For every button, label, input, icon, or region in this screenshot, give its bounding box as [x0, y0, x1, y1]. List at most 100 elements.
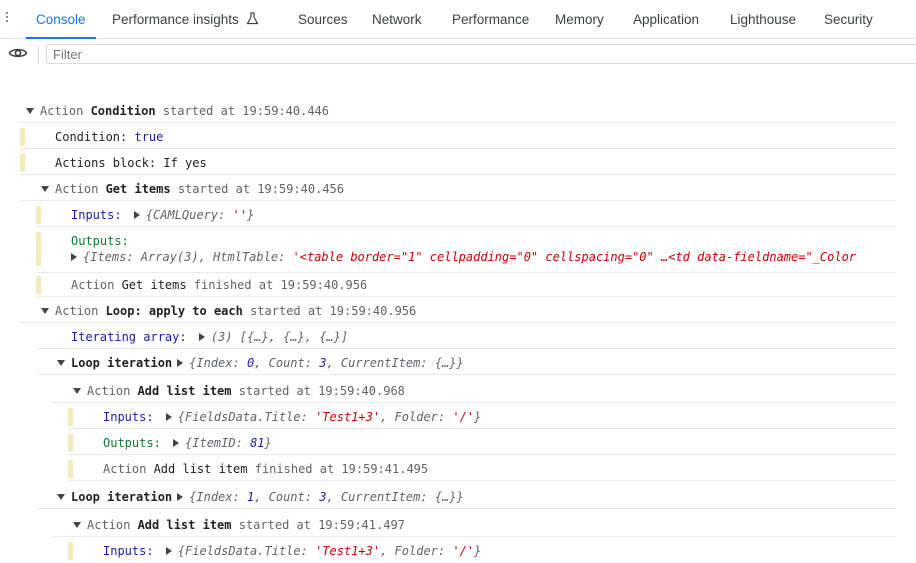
- expand-triangle-icon[interactable]: [41, 186, 49, 192]
- tab-performance-insights-label: Performance insights: [112, 12, 239, 27]
- label-text: Inputs:: [103, 544, 161, 558]
- console-message: Condition: true: [20, 125, 896, 149]
- expand-object-icon[interactable]: [133, 211, 140, 219]
- console-message: Inputs: {FieldsData.Title: 'Test1+3', Fo…: [68, 405, 896, 429]
- tab-sources[interactable]: Sources: [298, 0, 348, 38]
- object-text: {Index:: [189, 356, 247, 370]
- string-value: '': [232, 208, 247, 222]
- string-value: '<table border="1" cellpadding="0" cells…: [292, 250, 857, 264]
- object-text: , CurrentItem: {…}}: [326, 490, 464, 504]
- tab-application[interactable]: Application: [633, 0, 699, 38]
- group-indent-marker: [20, 154, 25, 172]
- line-text: finished at 19:59:40.956: [186, 278, 368, 292]
- console-message: Action Get items finished at 19:59:40.95…: [36, 273, 896, 297]
- tab-performance-insights[interactable]: Performance insights: [112, 0, 259, 38]
- tab-memory[interactable]: Memory: [555, 0, 604, 38]
- filter-input[interactable]: [46, 44, 916, 64]
- expand-array-icon[interactable]: [198, 333, 205, 341]
- string-value: 'Test1+3': [315, 410, 381, 424]
- action-name: Loop: apply to each: [105, 304, 243, 318]
- line-text: Condition:: [55, 130, 135, 144]
- devtools-tab-bar: Console Performance insights Sources Net…: [0, 0, 916, 39]
- line-text: Action: [40, 104, 91, 118]
- line-text: started at 19:59:40.968: [231, 384, 405, 398]
- object-text: {Items: Array(3), HtmlTable:: [83, 250, 293, 264]
- console-message: Action Add list item finished at 19:59:4…: [68, 457, 896, 481]
- label-text: Outputs:: [71, 234, 129, 248]
- more-tabs-dots-icon[interactable]: [6, 12, 9, 26]
- object-text: , Folder:: [380, 410, 453, 424]
- number-value: 81: [250, 436, 265, 450]
- line-text: Actions block: If yes: [55, 156, 207, 170]
- object-text: {Index:: [189, 490, 247, 504]
- expand-triangle-icon[interactable]: [57, 494, 65, 500]
- expand-triangle-icon[interactable]: [41, 308, 49, 314]
- tab-console[interactable]: Console: [26, 0, 95, 39]
- value-text: true: [134, 130, 164, 144]
- filter-separator: [38, 46, 39, 64]
- array-preview: (3) [{…}, {…}, {…}]: [210, 330, 349, 344]
- group-indent-marker: [36, 206, 41, 224]
- console-group-loop-iteration[interactable]: Loop iteration {Index: 0, Count: 3, Curre…: [36, 351, 896, 375]
- object-text: }: [264, 436, 272, 450]
- string-value: '/': [452, 410, 475, 424]
- console-message: Inputs: {CAMLQuery: ''}: [36, 203, 896, 227]
- expand-triangle-icon[interactable]: [73, 522, 81, 528]
- console-message: Outputs: {ItemID: 81}: [68, 431, 896, 455]
- tab-network[interactable]: Network: [372, 0, 422, 38]
- group-indent-marker: [20, 128, 25, 146]
- label-text: Inputs:: [71, 208, 129, 222]
- group-indent-marker: [68, 434, 73, 452]
- action-name: Get items: [105, 182, 171, 196]
- console-group-condition[interactable]: Action Condition started at 19:59:40.446: [20, 99, 896, 123]
- expand-object-icon[interactable]: [177, 359, 184, 367]
- expand-triangle-icon[interactable]: [73, 388, 81, 394]
- tab-lighthouse[interactable]: Lighthouse: [730, 0, 796, 38]
- line-text: started at 19:59:41.497: [231, 518, 405, 532]
- line-text: Action: [87, 518, 138, 532]
- group-indent-marker: [36, 276, 41, 294]
- object-text: :: [218, 208, 233, 222]
- expand-object-icon[interactable]: [165, 413, 172, 421]
- eye-icon[interactable]: [8, 44, 28, 62]
- group-title: Loop iteration: [71, 490, 173, 504]
- string-value: 'Test1+3': [315, 544, 381, 558]
- expand-object-icon[interactable]: [71, 253, 77, 261]
- action-name: Add list item: [137, 518, 232, 532]
- object-text: }: [474, 544, 482, 558]
- console-group-add-list-item[interactable]: Action Add list item started at 19:59:40…: [52, 379, 896, 403]
- line-text: started at 19:59:40.956: [242, 304, 417, 318]
- object-text: }: [474, 410, 482, 424]
- console-group-loop-iteration[interactable]: Loop iteration {Index: 1, Count: 3, Curre…: [36, 485, 896, 509]
- tab-performance[interactable]: Performance: [452, 0, 529, 38]
- action-name: Add list item: [153, 462, 248, 476]
- group-indent-marker: [36, 232, 41, 266]
- tab-security[interactable]: Security: [824, 0, 873, 38]
- console-group-add-list-item[interactable]: Action Add list item started at 19:59:41…: [52, 513, 896, 537]
- action-name: Get items: [121, 278, 187, 292]
- action-name: Add list item: [137, 384, 232, 398]
- line-text: Action: [71, 278, 122, 292]
- expand-object-icon[interactable]: [173, 439, 180, 447]
- string-value: '/': [452, 544, 475, 558]
- label-text: Outputs:: [103, 436, 169, 450]
- object-text: {FieldsData.Title:: [177, 544, 316, 558]
- console-message: Actions block: If yes: [20, 151, 896, 175]
- action-name: Condition: [90, 104, 156, 118]
- object-text: }: [246, 208, 255, 222]
- console-group-loop[interactable]: Action Loop: apply to each started at 19…: [20, 299, 896, 323]
- console-message: Iterating array: (3) [{…}, {…}, {…}]: [36, 325, 896, 349]
- object-text: {ItemID:: [185, 436, 251, 450]
- group-title: Loop iteration: [71, 356, 173, 370]
- console-message: Outputs: {Items: Array(3), HtmlTable: '<…: [36, 229, 896, 273]
- expand-object-icon[interactable]: [177, 493, 184, 501]
- expand-triangle-icon[interactable]: [26, 108, 34, 114]
- object-text: , Count:: [254, 356, 320, 370]
- line-text: finished at 19:59:41.495: [247, 462, 429, 476]
- label-text: Inputs:: [103, 410, 161, 424]
- expand-object-icon[interactable]: [165, 547, 172, 555]
- expand-triangle-icon[interactable]: [57, 360, 65, 366]
- console-group-get-items[interactable]: Action Get items started at 19:59:40.456: [20, 177, 896, 201]
- object-text: {FieldsData.Title:: [177, 410, 316, 424]
- object-text: , Folder:: [380, 544, 453, 558]
